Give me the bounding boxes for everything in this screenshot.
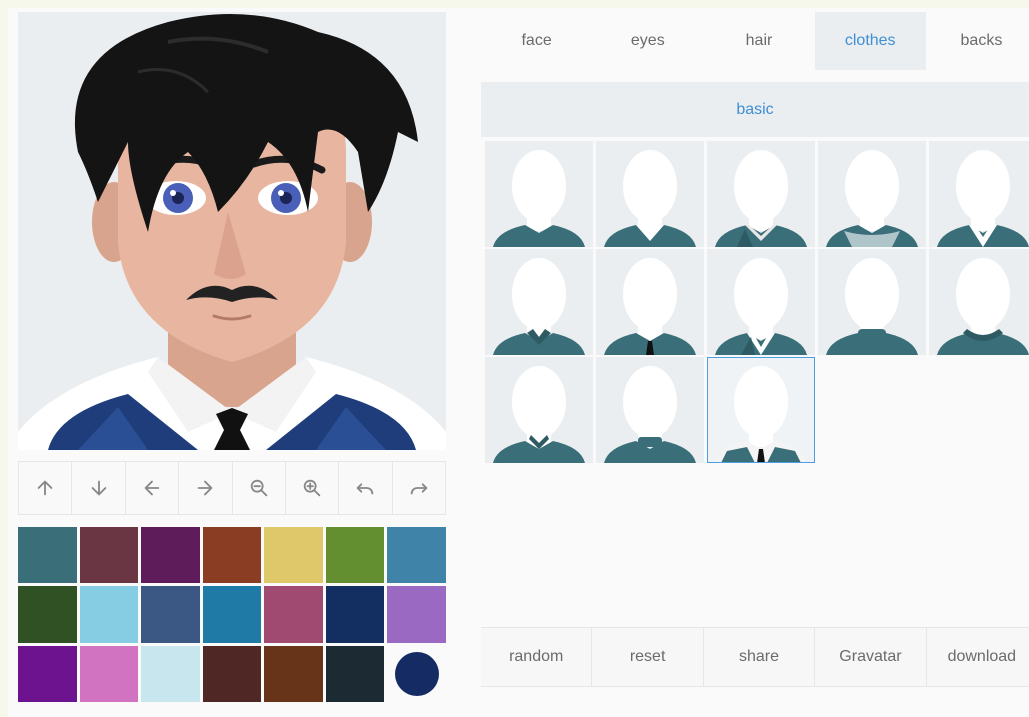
color-palette (18, 527, 446, 702)
clothes-options-grid (485, 141, 1029, 463)
redo-icon (410, 483, 428, 495)
color-swatch[interactable] (387, 586, 446, 643)
download-button[interactable]: download (927, 628, 1029, 686)
action-bar: random reset share Gravatar download (481, 627, 1029, 687)
color-swatch[interactable] (18, 527, 77, 584)
clothes-option[interactable] (707, 357, 815, 463)
arrow-right-icon (197, 480, 213, 496)
tab-hair[interactable]: hair (703, 12, 814, 70)
clothes-thumbnail (937, 150, 1029, 247)
clothes-option[interactable] (818, 141, 926, 247)
clothes-option[interactable] (485, 357, 593, 463)
color-swatch[interactable] (387, 527, 446, 584)
clothes-option[interactable] (596, 141, 704, 247)
clothes-thumbnail (826, 150, 918, 247)
zoom-out-icon (250, 479, 267, 497)
color-swatch[interactable] (141, 586, 200, 643)
clothes-thumbnail (715, 258, 807, 355)
color-swatch[interactable] (141, 527, 200, 584)
clothes-thumbnail (604, 258, 696, 355)
color-swatch[interactable] (264, 645, 323, 702)
clothes-thumbnail (937, 258, 1029, 355)
color-swatch[interactable] (264, 586, 323, 643)
clothes-option[interactable] (707, 249, 815, 355)
color-swatch[interactable] (202, 527, 262, 584)
reset-button[interactable]: reset (592, 628, 704, 686)
tab-clothes[interactable]: clothes (814, 12, 926, 70)
color-swatch[interactable] (202, 645, 262, 702)
selected-color-dot (394, 651, 439, 696)
move-up-button[interactable] (19, 462, 73, 514)
color-swatch[interactable] (141, 645, 200, 702)
clothes-option[interactable] (596, 357, 704, 463)
color-swatch[interactable] (79, 527, 139, 584)
move-right-button[interactable] (179, 462, 233, 514)
color-swatch[interactable] (202, 586, 262, 643)
selected-color-indicator[interactable] (387, 646, 446, 702)
color-swatch[interactable] (79, 586, 139, 643)
color-swatch[interactable] (325, 645, 385, 702)
undo-icon (357, 483, 374, 495)
color-swatch[interactable] (18, 645, 77, 702)
gravatar-button[interactable]: Gravatar (815, 628, 927, 686)
arrow-down-icon (91, 480, 106, 496)
clothes-thumbnail (715, 150, 807, 247)
color-swatch[interactable] (264, 527, 323, 584)
tab-backs[interactable]: backs (926, 12, 1029, 70)
clothes-option[interactable] (707, 141, 815, 247)
clothes-thumbnail (715, 366, 807, 463)
arrow-left-icon (144, 480, 160, 496)
clothes-thumbnail (604, 150, 696, 247)
zoom-out-button[interactable] (233, 462, 286, 514)
clothes-thumbnail (604, 366, 696, 463)
avatar-maker-app: face eyes hair clothes backs basic rando… (8, 8, 1029, 717)
color-swatch[interactable] (18, 586, 77, 643)
clothes-option[interactable] (485, 141, 593, 247)
subcategory-basic[interactable]: basic (481, 82, 1029, 137)
clothes-thumbnail (493, 366, 585, 463)
move-left-button[interactable] (126, 462, 180, 514)
redo-button[interactable] (393, 462, 445, 514)
category-tabs: face eyes hair clothes backs (481, 12, 1029, 70)
color-swatch[interactable] (325, 586, 385, 643)
clothes-option[interactable] (929, 249, 1029, 355)
clothes-option[interactable] (818, 249, 926, 355)
color-swatch[interactable] (79, 645, 139, 702)
undo-button[interactable] (339, 462, 393, 514)
clothes-option[interactable] (596, 249, 704, 355)
clothes-thumbnail (826, 258, 918, 355)
clothes-thumbnail (493, 150, 585, 247)
zoom-in-icon (303, 479, 321, 497)
zoom-in-button[interactable] (286, 462, 340, 514)
clothes-option[interactable] (485, 249, 593, 355)
move-down-button[interactable] (72, 462, 126, 514)
tab-face[interactable]: face (481, 12, 592, 70)
arrow-up-icon (37, 480, 53, 496)
random-button[interactable]: random (481, 628, 593, 686)
share-button[interactable]: share (704, 628, 816, 686)
avatar-preview (18, 12, 446, 450)
clothes-thumbnail (493, 258, 585, 355)
tab-eyes[interactable]: eyes (592, 12, 703, 70)
clothes-option[interactable] (929, 141, 1029, 247)
color-swatch[interactable] (325, 527, 385, 584)
preview-toolbar (18, 461, 446, 515)
